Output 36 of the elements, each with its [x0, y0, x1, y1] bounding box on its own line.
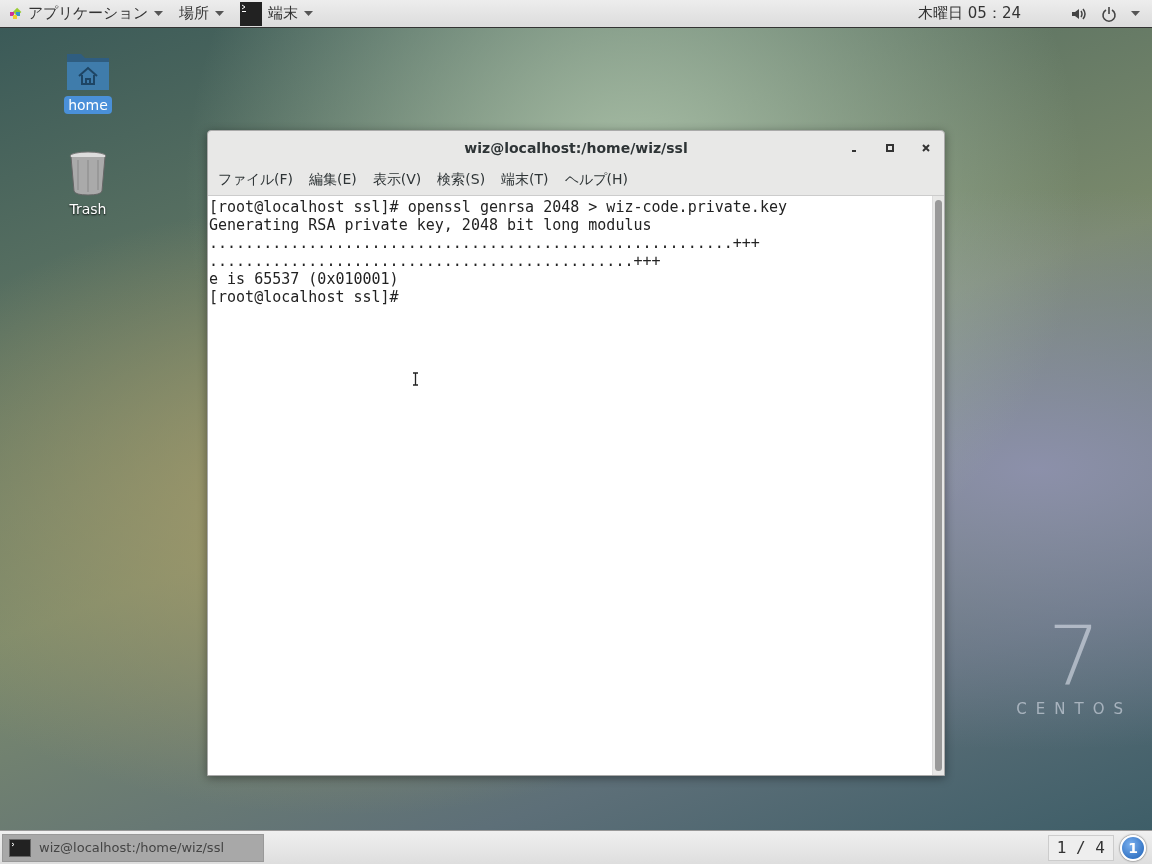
- menu-item[interactable]: 端末(T): [493, 171, 557, 189]
- menu-item[interactable]: 編集(E): [301, 171, 365, 189]
- active-app-menu[interactable]: 端末: [240, 0, 321, 27]
- terminal-icon: [240, 1, 262, 26]
- terminal-line: Generating RSA private key, 2048 bit long modulus: [209, 216, 653, 234]
- volume-icon[interactable]: [1071, 6, 1087, 21]
- caret-icon[interactable]: [1131, 10, 1140, 17]
- text-cursor-icon: [412, 372, 419, 386]
- maximize-icon[interactable]: [886, 144, 894, 152]
- caret-icon: [215, 10, 224, 17]
- taskbar-window-button[interactable]: wiz@localhost:/home/wiz/ssl: [2, 833, 264, 862]
- logo-icon: [8, 6, 22, 21]
- clock[interactable]: 木曜日 05：24: [918, 4, 1021, 23]
- caret-icon: [154, 10, 163, 17]
- terminal-line: ...............................................+++: [209, 252, 662, 270]
- scrollbar[interactable]: [932, 196, 944, 775]
- wallpaper-logo-text: CENTOS: [1016, 700, 1132, 718]
- menu-item[interactable]: 表示(V): [364, 171, 430, 189]
- menu-item[interactable]: ファイル(F): [210, 171, 301, 189]
- terminal-line: ..........................................................+++: [209, 234, 761, 252]
- terminal-line: [root@localhost ssl]# openssl genrsa 2048 > wiz-code.private.key: [209, 198, 788, 216]
- menu-item[interactable]: ヘルプ(H): [556, 171, 637, 189]
- applications-menu[interactable]: アプリケーション: [0, 0, 171, 27]
- places-menu[interactable]: 場所: [171, 0, 232, 27]
- window-title: wiz@localhost:/home/wiz/ssl: [464, 140, 688, 156]
- terminal-line: [root@localhost ssl]#: [209, 288, 400, 306]
- close-icon[interactable]: [922, 144, 930, 152]
- menu-item[interactable]: 検索(S): [429, 171, 494, 189]
- wallpaper-logo-number: 7: [1048, 616, 1101, 698]
- trash-icon[interactable]: [68, 150, 108, 196]
- terminal-line: e is 65537 (0x010001): [209, 270, 400, 288]
- terminal-icon: [9, 838, 31, 857]
- desktop-icon-label[interactable]: Trash: [65, 200, 111, 218]
- power-icon[interactable]: [1101, 5, 1117, 22]
- workspace-indicator[interactable]: 1 / 4: [1047, 834, 1114, 861]
- caret-icon: [304, 10, 313, 17]
